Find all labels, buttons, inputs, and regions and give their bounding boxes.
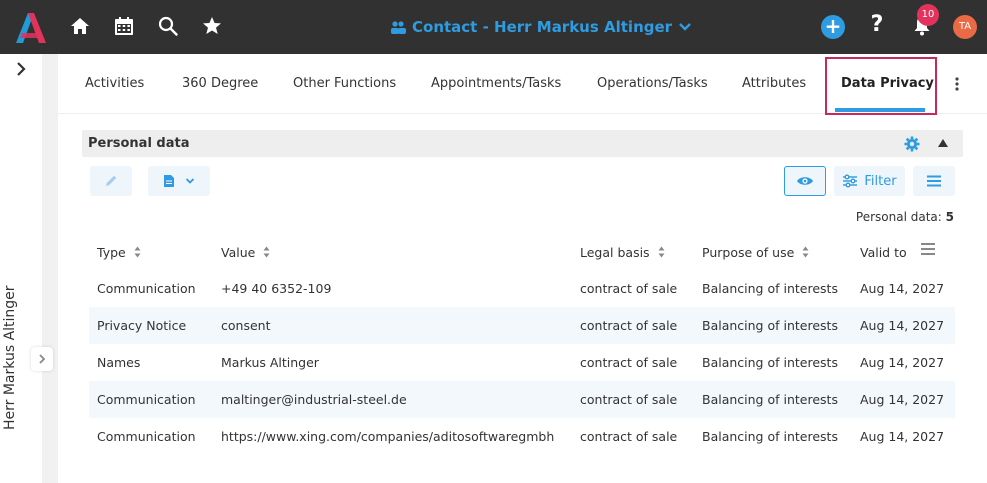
tab-appointments-tasks[interactable]: Appointments/Tasks <box>431 54 561 114</box>
cell-purpose: Balancing of interests <box>702 355 838 370</box>
sort-icon <box>802 246 809 258</box>
column-label: Purpose of use <box>702 244 795 260</box>
column-header-purpose-of-use[interactable]: Purpose of use <box>702 242 809 262</box>
cell-value: Markus Altinger <box>221 355 319 370</box>
list-view-button[interactable] <box>913 166 955 196</box>
cell-purpose: Balancing of interests <box>702 281 838 296</box>
sort-icon <box>658 246 665 258</box>
document-menu-button[interactable] <box>148 166 210 196</box>
edit-button[interactable] <box>90 166 132 196</box>
tab-attributes[interactable]: Attributes <box>742 54 806 114</box>
cell-valid-to: Aug 14, 2027 <box>860 355 945 370</box>
rail-record-name: Herr Markus Altinger <box>2 285 18 430</box>
cell-value: maltinger@industrial-steel.de <box>221 392 407 407</box>
cell-legal-basis: contract of sale <box>580 318 678 333</box>
tab-operations-tasks[interactable]: Operations/Tasks <box>597 54 708 114</box>
home-icon[interactable] <box>68 14 92 38</box>
chevron-right-icon[interactable] <box>12 60 30 78</box>
view-toggle-button[interactable] <box>784 166 826 196</box>
cell-valid-to: Aug 14, 2027 <box>860 392 945 407</box>
column-header-type[interactable]: Type <box>97 242 141 262</box>
column-label: Legal basis <box>580 244 650 260</box>
record-title-text: Contact - Herr Markus Altinger <box>412 18 673 36</box>
star-icon[interactable] <box>200 14 224 38</box>
column-header-legal-basis[interactable]: Legal basis <box>580 242 665 262</box>
column-header-valid-to[interactable]: Valid to <box>860 242 907 262</box>
cell-value: https://www.xing.com/companies/aditosoft… <box>221 429 555 444</box>
column-label: Type <box>97 244 126 260</box>
eye-icon <box>797 177 813 185</box>
chevron-down-icon <box>185 178 195 184</box>
record-count-label: Personal data: <box>855 210 942 224</box>
help-icon[interactable]: ? <box>866 12 888 40</box>
top-bar: Contact - Herr Markus Altinger + ? 10 TA <box>0 0 987 54</box>
chevron-down-icon <box>679 23 691 31</box>
record-count-value: 5 <box>945 210 954 224</box>
chevron-right-small-icon <box>39 354 46 364</box>
cell-legal-basis: contract of sale <box>580 429 678 444</box>
plus-icon[interactable]: + <box>821 15 845 39</box>
cell-legal-basis: contract of sale <box>580 281 678 296</box>
record-title[interactable]: Contact - Herr Markus Altinger <box>390 15 692 39</box>
cell-legal-basis: contract of sale <box>580 355 678 370</box>
record-count: Personal data: 5 <box>800 210 954 224</box>
filter-button[interactable]: Filter <box>834 166 905 196</box>
document-icon <box>164 175 174 187</box>
cell-type: Communication <box>97 281 196 296</box>
cell-purpose: Balancing of interests <box>702 429 838 444</box>
cell-value: consent <box>221 318 271 333</box>
cell-type: Communication <box>97 429 196 444</box>
cell-value: +49 40 6352-109 <box>221 281 332 296</box>
table-row[interactable]: Communication +49 40 6352-109 contract o… <box>89 270 955 307</box>
tab-360-degree[interactable]: 360 Degree <box>182 54 258 114</box>
cell-legal-basis: contract of sale <box>580 392 678 407</box>
gear-icon[interactable] <box>904 136 920 152</box>
search-icon[interactable] <box>156 14 180 38</box>
app-logo-icon[interactable] <box>14 11 48 43</box>
tab-other-functions[interactable]: Other Functions <box>293 54 396 114</box>
notification-badge: 10 <box>917 4 939 26</box>
collapse-up-icon[interactable] <box>937 138 949 148</box>
filter-label: Filter <box>864 173 897 189</box>
table-row[interactable]: Communication maltinger@industrial-steel… <box>89 381 955 418</box>
panel-header: Personal data <box>82 130 963 157</box>
table-row[interactable]: Communication https://www.xing.com/compa… <box>89 418 955 455</box>
column-label: Value <box>221 244 256 260</box>
rail-divider <box>42 54 58 483</box>
rail-expand-toggle[interactable] <box>31 347 53 371</box>
sliders-icon <box>843 174 858 188</box>
panel-title: Personal data <box>88 136 190 151</box>
pencil-icon <box>106 175 117 186</box>
cell-type: Privacy Notice <box>97 318 187 333</box>
avatar[interactable]: TA <box>953 15 977 39</box>
column-menu-icon[interactable] <box>920 242 936 256</box>
tab-activities[interactable]: Activities <box>85 54 144 114</box>
sort-icon <box>263 246 270 258</box>
more-vertical-icon[interactable] <box>947 72 967 96</box>
cell-valid-to: Aug 14, 2027 <box>860 318 945 333</box>
table-row[interactable]: Privacy Notice consent contract of sale … <box>89 307 955 344</box>
cell-type: Communication <box>97 392 196 407</box>
column-label: Valid to <box>860 244 907 260</box>
cell-purpose: Balancing of interests <box>702 318 838 333</box>
cell-type: Names <box>97 355 141 370</box>
list-icon <box>927 175 941 187</box>
column-header-value[interactable]: Value <box>221 242 270 262</box>
calendar-icon[interactable] <box>112 14 136 38</box>
sort-icon <box>134 246 141 258</box>
table-row[interactable]: Names Markus Altinger contract of sale B… <box>89 344 955 381</box>
contact-icon <box>391 21 406 34</box>
cell-valid-to: Aug 14, 2027 <box>860 429 945 444</box>
tab-highlight-frame <box>825 57 937 115</box>
cell-valid-to: Aug 14, 2027 <box>860 281 945 296</box>
cell-purpose: Balancing of interests <box>702 392 838 407</box>
